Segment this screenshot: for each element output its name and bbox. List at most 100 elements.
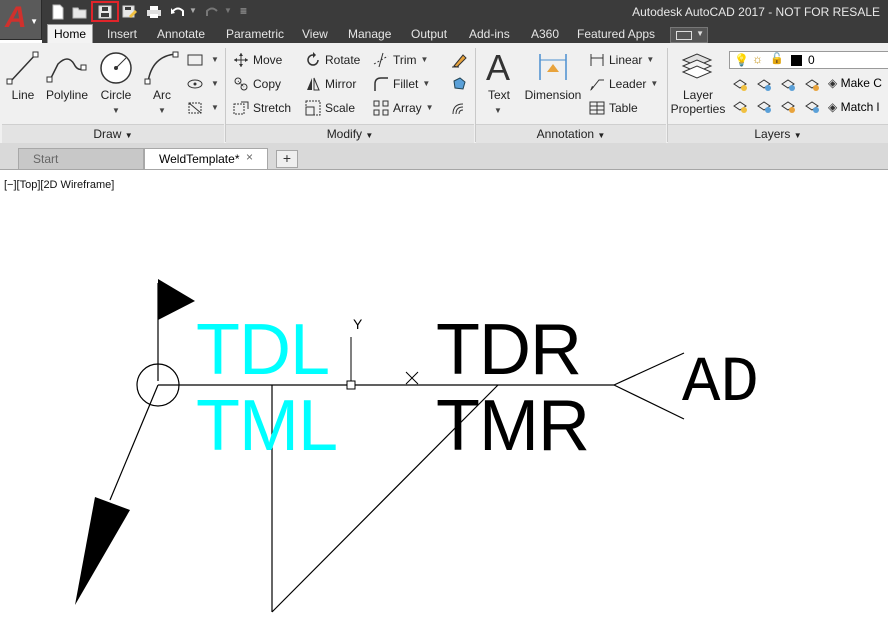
match-layer-button[interactable]: ◈ Match l <box>828 100 879 114</box>
explode-icon <box>450 75 468 93</box>
arc-tool-button[interactable]: Arc ▼ <box>142 50 182 122</box>
mirror-tool-label: Mirror <box>325 77 357 91</box>
make-current-label: Make C <box>840 76 882 90</box>
customize-toolbar-icon[interactable]: ≡ <box>240 4 247 18</box>
arrowhead <box>75 497 130 605</box>
draw-panel-label: Draw <box>93 127 122 141</box>
chevron-down-icon: ▼ <box>422 79 431 88</box>
dimension-tool-button[interactable]: Dimension <box>522 50 584 122</box>
tab-output[interactable]: Output <box>405 25 453 43</box>
chevron-down-icon: ▼ <box>124 131 133 140</box>
sun-icon: ☼ <box>752 52 763 66</box>
plot-icon[interactable] <box>145 3 163 21</box>
annotation-panel-title[interactable]: Annotation ▼ <box>476 124 666 143</box>
hatch-tool-button[interactable]: ▼ <box>186 74 219 94</box>
redo-icon[interactable] <box>203 3 221 21</box>
text-tool-button[interactable]: A Text ▼ <box>480 48 518 122</box>
rotate-tool-button[interactable]: Rotate <box>304 50 360 70</box>
layer-make-current-icon: ◈ <box>828 76 838 90</box>
arrow-leader-line <box>109 384 159 501</box>
layer-color-swatch <box>791 55 802 66</box>
chevron-down-icon: ▼ <box>211 55 219 64</box>
linear-dimension-icon <box>588 51 606 69</box>
tab-view[interactable]: View <box>296 25 334 43</box>
tab-annotate[interactable]: Annotate <box>151 25 211 43</box>
modify-panel-label: Modify <box>326 127 363 141</box>
table-tool-label: Table <box>609 101 638 115</box>
open-folder-icon[interactable] <box>71 3 89 21</box>
ucs-origin-icon <box>346 380 356 390</box>
line-tool-button[interactable]: Line <box>4 50 42 122</box>
offset-tool-button[interactable] <box>450 98 471 118</box>
layer-properties-button[interactable]: Layer Properties <box>669 50 727 122</box>
dimension-icon <box>539 54 567 80</box>
circle-tool-label: Circle <box>100 88 132 102</box>
undo-icon[interactable] <box>169 3 187 21</box>
table-tool-button[interactable]: Table <box>588 98 638 118</box>
make-current-button[interactable]: ◈ Make C <box>828 76 882 90</box>
tab-home[interactable]: Home <box>47 24 94 44</box>
array-tool-button[interactable]: Array ▼ <box>372 98 434 118</box>
circle-tool-button[interactable]: Circle ▼ <box>94 50 138 122</box>
linear-dimension-button[interactable]: Linear ▼ <box>588 50 654 70</box>
close-tab-icon[interactable]: × <box>246 150 253 164</box>
leader-tool-button[interactable]: Leader ▼ <box>588 74 658 94</box>
move-icon <box>232 51 250 69</box>
mirror-tool-button[interactable]: Mirror <box>304 74 356 94</box>
fillet-tool-button[interactable]: Fillet ▼ <box>372 74 430 94</box>
stretch-tool-button[interactable]: Stretch <box>232 98 291 118</box>
trim-tool-button[interactable]: Trim ▼ <box>372 50 428 70</box>
tab-parametric[interactable]: Parametric <box>220 25 290 43</box>
chevron-down-icon: ▼ <box>112 106 120 115</box>
copy-tool-button[interactable]: Copy <box>232 74 281 94</box>
tab-insert[interactable]: Insert <box>101 25 143 43</box>
redo-dropdown-icon[interactable]: ▼ <box>224 6 232 15</box>
array-icon <box>372 99 390 117</box>
fillet-tool-label: Fillet <box>393 77 419 91</box>
chevron-down-icon: ▼ <box>646 55 655 64</box>
chevron-down-icon: ▼ <box>650 79 659 88</box>
region-icon <box>186 99 204 117</box>
polyline-icon <box>46 58 87 83</box>
layers-panel-title[interactable]: Layers ▼ <box>668 124 888 143</box>
scale-tool-button[interactable]: Scale <box>304 98 355 118</box>
tab-manage[interactable]: Manage <box>342 25 397 43</box>
window-title: Autodesk AutoCAD 2017 - NOT FOR RESALE <box>632 5 880 19</box>
chevron-down-icon: ▼ <box>365 131 374 140</box>
tab-a360[interactable]: A360 <box>525 25 565 43</box>
chevron-down-icon: ▼ <box>30 17 38 26</box>
chevron-down-icon: ▼ <box>158 106 166 115</box>
array-tool-label: Array <box>393 101 422 115</box>
rectangle-tool-button[interactable]: ▼ <box>186 50 219 70</box>
dimension-tool-label: Dimension <box>524 88 582 102</box>
ribbon-minimize-button[interactable]: ▼ <box>670 27 708 43</box>
scale-tool-label: Scale <box>325 101 356 115</box>
erase-tool-button[interactable] <box>450 50 471 70</box>
tab-add-ins[interactable]: Add-ins <box>463 25 516 43</box>
region-tool-button[interactable]: ▼ <box>186 98 219 118</box>
new-file-icon[interactable] <box>49 3 67 21</box>
undo-dropdown-icon[interactable]: ▼ <box>189 6 197 15</box>
chevron-down-icon: ▼ <box>793 131 802 140</box>
field-weld-flag <box>158 279 195 320</box>
polyline-tool-button[interactable]: Polyline <box>42 50 92 122</box>
mirror-icon <box>304 75 322 93</box>
draw-panel-title[interactable]: Draw ▼ <box>2 124 224 143</box>
layer-properties-label-2: Properties <box>670 102 726 116</box>
move-tool-button[interactable]: Move <box>232 50 282 70</box>
new-tab-button[interactable]: + <box>276 150 298 168</box>
table-icon <box>588 99 606 117</box>
arc-icon <box>144 51 179 85</box>
chevron-down-icon: ▼ <box>696 29 704 38</box>
save-button-highlight <box>91 1 119 22</box>
modify-panel-title[interactable]: Modify ▼ <box>226 124 474 143</box>
layer-dropdown[interactable]: 💡 ☼ 🔓 0 <box>729 51 888 69</box>
layer-tools-grid <box>732 76 842 120</box>
match-layer-icon: ◈ <box>828 100 838 114</box>
save-as-icon[interactable] <box>121 3 139 21</box>
explode-tool-button[interactable] <box>450 74 471 94</box>
file-tab-start[interactable]: Start <box>18 148 144 169</box>
application-menu-button[interactable]: A ▼ <box>0 0 42 40</box>
tab-featured-apps[interactable]: Featured Apps <box>571 25 661 43</box>
rectangle-icon <box>186 51 204 69</box>
